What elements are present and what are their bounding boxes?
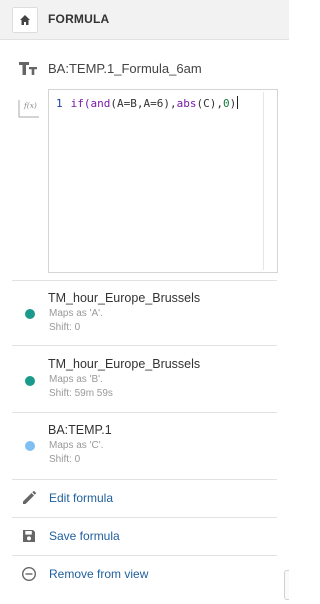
remove-circle-icon (21, 566, 37, 582)
remove-from-view-label: Remove from view (49, 567, 149, 581)
series-color-dot (25, 441, 35, 451)
fx-icon: f(x) (18, 100, 39, 118)
line-number: 1 (56, 97, 63, 110)
code-token: 0 (222, 97, 230, 110)
code-token: ) (229, 97, 237, 110)
variable-mapping: Maps as 'B'. (49, 374, 103, 385)
variable-shift: Shift: 0 (49, 454, 81, 465)
edit-formula-button[interactable]: Edit formula (0, 487, 289, 509)
series-color-dot (25, 309, 35, 319)
divider (12, 555, 277, 556)
variable-item[interactable]: BA:TEMP.1 Maps as 'C'. Shift: 0 (0, 423, 289, 469)
divider (12, 280, 277, 281)
save-formula-button[interactable]: Save formula (0, 525, 289, 547)
variable-item[interactable]: TM_hour_Europe_Brussels Maps as 'A'. Shi… (0, 291, 289, 337)
save-formula-label: Save formula (49, 529, 120, 543)
divider (12, 412, 277, 413)
variable-name: TM_hour_Europe_Brussels (48, 357, 201, 371)
code-line[interactable]: 1 if(and(A=B,A=6),abs(C),0) (56, 96, 239, 110)
series-color-dot (25, 376, 35, 386)
variable-item[interactable]: TM_hour_Europe_Brussels Maps as 'B'. Shi… (0, 357, 289, 403)
floppy-disk-icon (23, 530, 35, 542)
home-button[interactable] (12, 7, 38, 33)
variable-name: BA:TEMP.1 (48, 423, 112, 437)
text-cursor (237, 96, 239, 109)
edit-formula-label: Edit formula (49, 491, 114, 505)
variable-shift: Shift: 59m 59s (49, 388, 113, 399)
variable-name: TM_hour_Europe_Brussels (48, 291, 201, 305)
variable-shift: Shift: 0 (49, 322, 81, 333)
svg-text:f(x): f(x) (23, 101, 37, 110)
panel-edge-handle[interactable] (284, 570, 289, 600)
variable-mapping: Maps as 'C'. (49, 440, 104, 451)
pencil-icon (23, 491, 36, 504)
formula-name-row: BA:TEMP.1_Formula_6am (0, 52, 289, 84)
remove-from-view-button[interactable]: Remove from view (0, 563, 289, 585)
home-icon (20, 15, 30, 25)
panel-header: FORMULA (0, 0, 289, 40)
code-token: (A=B,A=6), (110, 97, 177, 110)
text-type-icon (19, 62, 37, 75)
divider (12, 345, 277, 346)
variable-mapping: Maps as 'A'. (49, 308, 103, 319)
panel-title: FORMULA (48, 12, 110, 26)
editor-scrollbar[interactable] (263, 92, 275, 270)
formula-editor[interactable]: 1 if(and(A=B,A=6),abs(C),0) (48, 89, 278, 273)
divider (12, 517, 277, 518)
code-token: and (90, 97, 111, 110)
formula-name: BA:TEMP.1_Formula_6am (48, 61, 202, 76)
code-token: (C), (196, 97, 223, 110)
code-token: abs (176, 97, 197, 110)
code-token: if( (70, 97, 91, 110)
divider (12, 479, 277, 480)
